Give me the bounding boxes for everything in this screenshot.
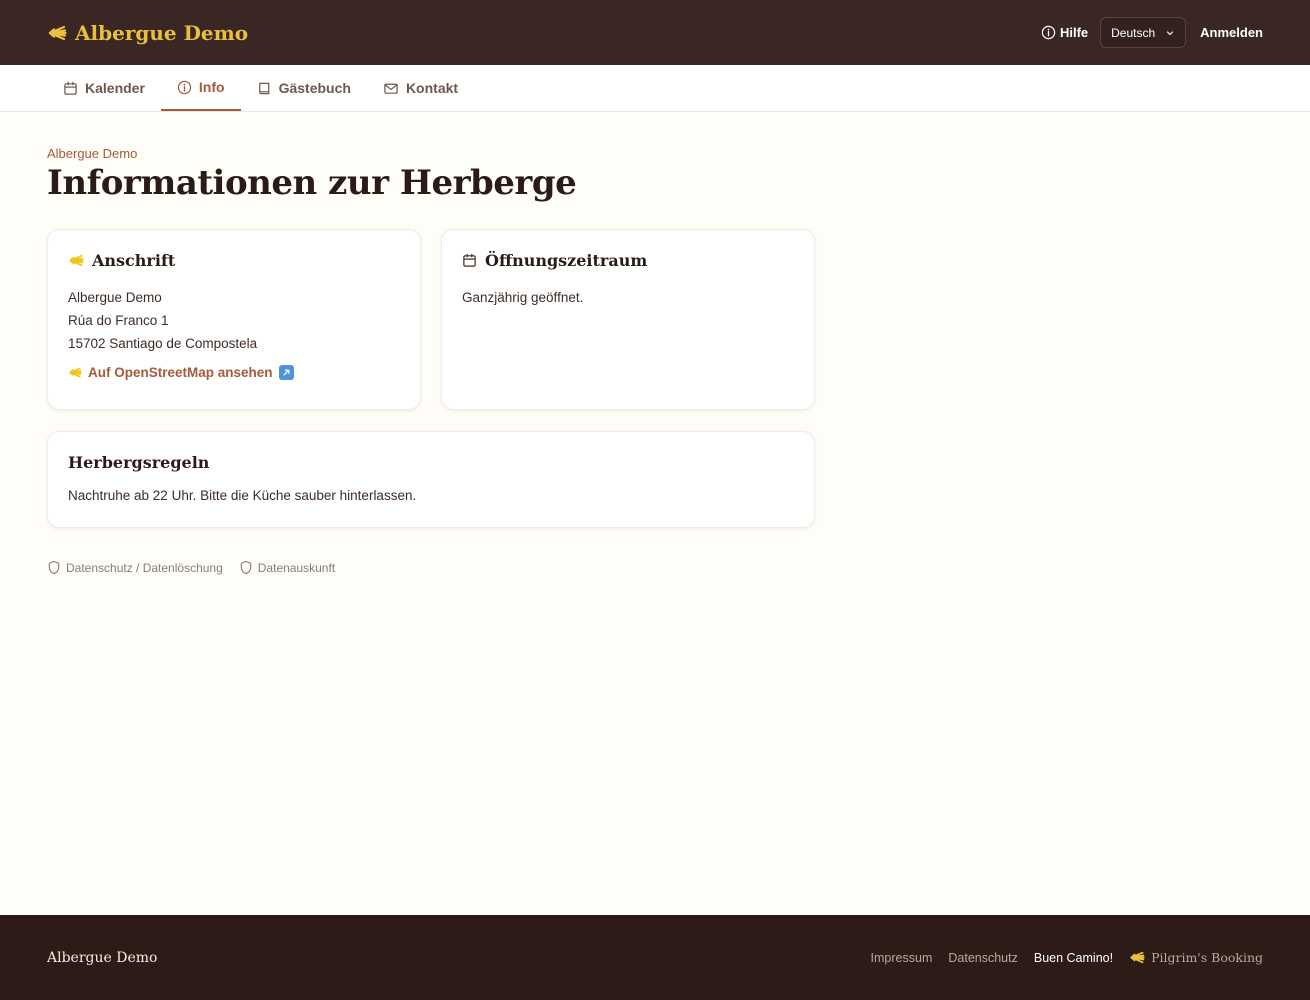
brand-link[interactable]: Albergue Demo [47, 21, 248, 45]
opening-text: Ganzjährig geöffnet. [462, 290, 584, 305]
card-header: Herbergsregeln [68, 453, 794, 472]
tab-gaestebuch[interactable]: Gästebuch [241, 65, 367, 111]
footer: Albergue Demo Impressum Datenschutz Buen… [0, 915, 1310, 1000]
tab-label: Info [198, 79, 225, 95]
pilgrims-booking-link[interactable]: Pilgrim's Booking [1129, 950, 1263, 965]
data-request-link[interactable]: Datenauskunft [239, 560, 335, 575]
info-icon [177, 80, 192, 95]
page-title: Informationen zur Herberge [47, 163, 577, 203]
rules-card: Herbergsregeln Nachtruhe ab 22 Uhr. Bitt… [47, 431, 815, 528]
help-label: Hilfe [1059, 25, 1089, 40]
footer-brand: Albergue Demo [47, 949, 158, 966]
impressum-link[interactable]: Impressum [871, 951, 933, 965]
legal-link-label: Datenauskunft [257, 560, 336, 575]
calendar-icon [63, 81, 78, 96]
mail-icon [383, 81, 399, 96]
shield-icon [239, 560, 253, 575]
tab-kontakt[interactable]: Kontakt [367, 65, 474, 111]
info-icon [1041, 25, 1056, 40]
tab-label: Kalender [85, 80, 145, 96]
tab-kalender[interactable]: Kalender [47, 65, 161, 111]
rules-text: Nachtruhe ab 22 Uhr. Bitte die Küche sau… [68, 488, 417, 503]
help-button[interactable]: Hilfe [1041, 25, 1088, 40]
scallop-shell-icon [47, 25, 67, 41]
calendar-icon [462, 253, 477, 268]
page-eyebrow: Albergue Demo [47, 146, 138, 161]
top-right-actions: Hilfe Deutsch Anmelden [1041, 17, 1263, 48]
powered-by-label: Pilgrim's Booking [1151, 950, 1263, 965]
shield-icon [47, 560, 61, 575]
language-value: Deutsch [1111, 25, 1156, 40]
card-title: Anschrift [92, 251, 176, 270]
card-header: Anschrift [68, 251, 400, 270]
external-link-icon [278, 365, 294, 380]
address-line: 15702 Santiago de Compostela [68, 336, 258, 351]
brand-name: Albergue Demo [75, 20, 249, 45]
scallop-shell-icon [1129, 951, 1145, 964]
tab-info[interactable]: Info [160, 65, 241, 111]
main-tabs: Kalender Info Gästebuch Kontakt [0, 65, 1310, 112]
language-select[interactable]: Deutsch [1100, 17, 1187, 48]
scallop-shell-icon [68, 367, 82, 378]
privacy-deletion-link[interactable]: Datenschutz / Datenlöschung [47, 560, 223, 575]
address-card: Anschrift Albergue Demo Rúa do Franco 1 … [47, 229, 421, 410]
tab-label: Kontakt [405, 80, 459, 96]
tab-label: Gästebuch [278, 80, 351, 96]
footer-links: Impressum Datenschutz Buen Camino! Pilgr… [871, 950, 1263, 965]
scallop-shell-icon [68, 254, 84, 267]
card-title: Herbergsregeln [68, 453, 210, 472]
legal-link-label: Datenschutz / Datenlöschung [66, 560, 223, 575]
opening-period-card: Öffnungszeitraum Ganzjährig geöffnet. [441, 229, 815, 410]
openstreetmap-link-label: Auf OpenStreetMap ansehen [88, 365, 273, 380]
card-title: Öffnungszeitraum [485, 251, 648, 270]
buen-camino-text: Buen Camino! [1033, 950, 1114, 965]
chevron-down-icon [1165, 28, 1175, 38]
book-icon [257, 81, 272, 96]
address-line: Albergue Demo [68, 290, 162, 305]
privacy-link[interactable]: Datenschutz [948, 951, 1017, 965]
address-line: Rúa do Franco 1 [68, 313, 169, 328]
top-bar: Albergue Demo Hilfe Deutsch Anmelden [0, 0, 1310, 65]
openstreetmap-link[interactable]: Auf OpenStreetMap ansehen [68, 365, 400, 380]
login-button[interactable]: Anmelden [1200, 25, 1263, 40]
card-header: Öffnungszeitraum [462, 251, 794, 270]
legal-links: Datenschutz / Datenlöschung Datenauskunf… [47, 560, 335, 575]
